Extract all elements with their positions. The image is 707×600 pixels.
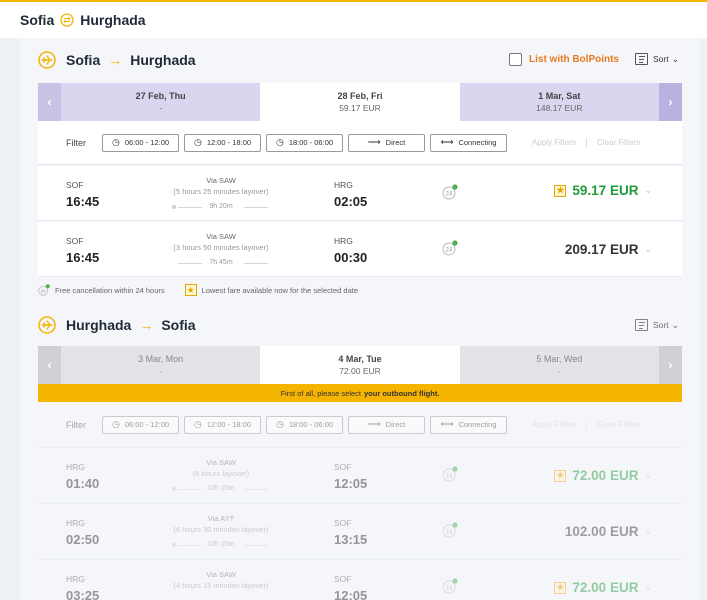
outbound-sort-button[interactable]: Sort ⌄ [635, 53, 679, 65]
filter-morning[interactable]: ◷ 06:00 - 12:00 [102, 133, 179, 152]
clock-icon: ◷ [275, 137, 284, 147]
svg-text:24: 24 [446, 192, 453, 198]
filter-evening[interactable]: ◷ 18:00 - 06:00 [266, 415, 343, 434]
clock-icon: ◷ [111, 137, 120, 147]
filter-evening[interactable]: ◷ 18:00 - 06:00 [266, 133, 343, 152]
inbound-from: Hurghada [66, 317, 132, 333]
filter-afternoon[interactable]: ◷ 12:00 - 18:00 [184, 133, 261, 152]
filter-morning[interactable]: ◷ 06:00 - 12:00 [102, 415, 179, 434]
apply-filters-button[interactable]: Apply Filters [532, 420, 576, 429]
clock-icon: ◷ [193, 419, 202, 429]
inbound-date-selector: ‹ 3 Mar, Mon - 4 Mar, Tue 72.00 EUR 5 Ma… [38, 346, 682, 384]
clock-icon: ◷ [193, 137, 202, 147]
flight-row[interactable]: HRG 01:40 Via SAW (6 hours layover) 10h … [38, 448, 682, 504]
topbar-to-city: Hurghada [80, 12, 146, 28]
date-cell-selected[interactable]: 28 Feb, Fri 59.17 EUR [260, 83, 460, 121]
filter-connecting[interactable]: ⟷ Connecting [430, 415, 507, 434]
next-date-button[interactable]: › [658, 83, 682, 121]
svg-text:24: 24 [446, 530, 453, 536]
date-cell-next[interactable]: 1 Mar, Sat 148.17 EUR [459, 83, 659, 121]
free-cancellation-icon: 24 [442, 240, 458, 256]
chevron-down-icon: ⌄ [644, 470, 652, 480]
clock-icon: ◷ [275, 419, 284, 429]
flight-row[interactable]: SOF 16:45 Via SAW (3 hours 50 minutes la… [38, 222, 682, 277]
chevron-down-icon: ⌄ [671, 53, 680, 64]
chevron-down-icon: ⌄ [644, 526, 652, 536]
plane-icon [38, 316, 56, 334]
outbound-date-selector: ‹ 27 Feb, Thu - 28 Feb, Fri 59.17 EUR 1 … [38, 83, 682, 121]
free-cancellation-icon: 24 [442, 466, 458, 482]
results-panel: Sofia → Hurghada List with BolPoints Sor… [20, 38, 700, 600]
chevron-down-icon: ⌄ [671, 319, 680, 330]
clear-filters-button[interactable]: Clear Filters [597, 138, 640, 147]
inbound-filter-bar: Filter ◷ 06:00 - 12:00 ◷ 12:00 - 18:00 ◷ 18… [38, 402, 682, 448]
svg-text:24: 24 [446, 474, 453, 480]
outbound-to: Hurghada [130, 52, 196, 68]
inbound-to: Sofia [161, 317, 196, 333]
filter-connecting[interactable]: ⟷ Connecting [430, 133, 507, 152]
date-cell-selected[interactable]: 4 Mar, Tue 72.00 EUR [260, 346, 460, 384]
svg-text:24: 24 [41, 289, 47, 294]
outbound-header: Sofia → Hurghada [38, 48, 196, 72]
star-icon: ★ [184, 284, 197, 296]
free-cancellation-icon: 24 [38, 284, 50, 296]
filter-direct[interactable]: ⟶ Direct [348, 133, 425, 152]
route-arrow-icon: → [139, 317, 154, 333]
flight-row[interactable]: HRG 03:25 Via SAW (4 hours 15 minutes la… [38, 560, 682, 600]
filter-direct[interactable]: ⟶ Direct [348, 415, 425, 434]
free-cancellation-icon: 24 [442, 578, 458, 594]
inbound-sort-button[interactable]: Sort ⌄ [635, 319, 679, 331]
chevron-down-icon: ⌄ [644, 244, 652, 254]
flight-price[interactable]: 209.17 EUR ⌄ [565, 242, 652, 257]
date-cell-prev[interactable]: 27 Feb, Thu - [61, 83, 261, 121]
prev-date-button[interactable]: ‹ [38, 346, 61, 384]
flight-price[interactable]: 102.00 EUR ⌄ [565, 524, 652, 539]
star-icon: ★ [554, 184, 567, 197]
arrow-right-icon: ⟶ [367, 419, 381, 429]
chevron-down-icon: ⌄ [644, 582, 652, 592]
svg-text:24: 24 [446, 248, 453, 254]
arrow-right-icon: ⟶ [367, 137, 381, 147]
outbound-from: Sofia [66, 52, 101, 68]
bolpoints-label[interactable]: List with BolPoints [529, 54, 619, 65]
sort-icon [635, 53, 648, 65]
star-icon: ★ [554, 581, 567, 594]
clear-filters-button[interactable]: Clear Filters [597, 420, 640, 429]
date-cell-next[interactable]: 5 Mar, Wed - [459, 346, 659, 384]
outbound-filter-bar: Filter ◷ 06:00 - 12:00 ◷ 12:00 - 18:00 ◷ 18… [38, 121, 682, 165]
legend: 24 Free cancellation within 24 hours ★ L… [38, 284, 358, 296]
bolpoints-checkbox[interactable] [509, 53, 522, 66]
flight-row[interactable]: HRG 02:50 Via AYT (6 hours 30 minutes la… [38, 504, 682, 560]
flight-price[interactable]: ★ 72.00 EUR ⌄ [554, 468, 652, 483]
free-cancellation-icon: 24 [442, 184, 458, 200]
plane-icon [38, 51, 56, 69]
prev-date-button[interactable]: ‹ [38, 83, 61, 121]
inbound-header: Hurghada → Sofia [38, 313, 196, 337]
route-arrow-icon: → [108, 52, 123, 68]
bolpoints-toggle[interactable]: List with BolPoints [509, 53, 619, 66]
apply-filters-button[interactable]: Apply Filters [532, 138, 576, 147]
free-cancellation-icon: 24 [442, 522, 458, 538]
connecting-icon: ⟷ [440, 137, 454, 147]
top-bar: Sofia Hurghada [0, 0, 707, 38]
next-date-button[interactable]: › [658, 346, 682, 384]
chevron-down-icon: ⌄ [644, 185, 652, 195]
flight-price[interactable]: ★ 59.17 EUR ⌄ [554, 183, 652, 198]
star-icon: ★ [554, 469, 567, 482]
swap-icon[interactable] [60, 13, 74, 27]
flight-price[interactable]: ★ 72.00 EUR ⌄ [554, 580, 652, 595]
filter-label: Filter [66, 137, 86, 148]
svg-text:24: 24 [446, 586, 453, 592]
filter-afternoon[interactable]: ◷ 12:00 - 18:00 [184, 415, 261, 434]
topbar-from-city: Sofia [20, 12, 55, 28]
date-cell-prev[interactable]: 3 Mar, Mon - [61, 346, 261, 384]
sort-icon [635, 319, 648, 331]
clock-icon: ◷ [111, 419, 120, 429]
select-outbound-banner: First of all, please select your outboun… [38, 384, 682, 402]
connecting-icon: ⟷ [440, 419, 454, 429]
flight-row[interactable]: SOF 16:45 Via SAW (5 hours 25 minutes la… [38, 166, 682, 221]
